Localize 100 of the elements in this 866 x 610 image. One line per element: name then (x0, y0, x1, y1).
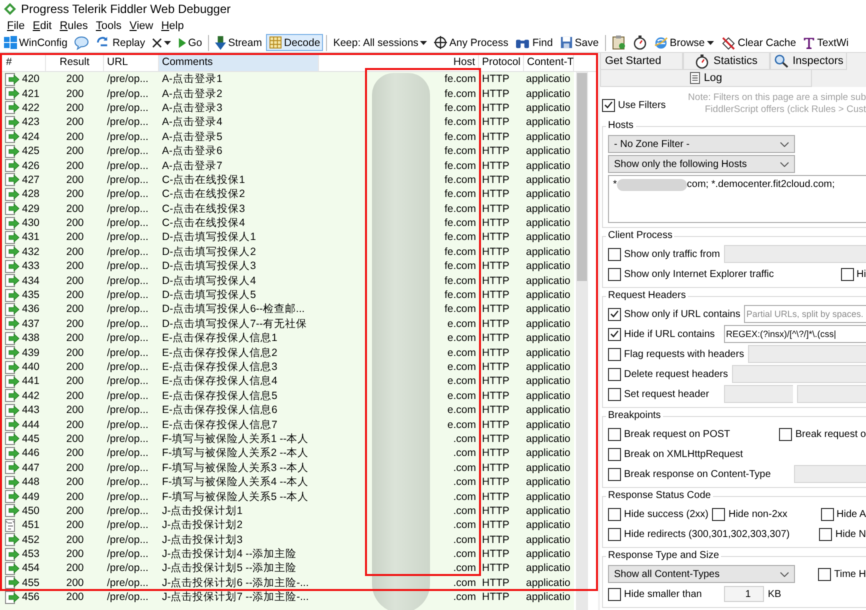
checkbox[interactable] (608, 368, 621, 380)
inspector-tab[interactable]: Statistics (683, 53, 770, 70)
checkbox[interactable] (820, 508, 834, 520)
checkbox-label[interactable]: Hide success (2xx) (624, 508, 708, 520)
checkbox[interactable] (608, 448, 621, 460)
checkbox[interactable] (608, 328, 621, 340)
toolbar-button[interactable]: Keep: All sessions (330, 34, 430, 51)
protocol-cell-text: HTTP (481, 534, 510, 546)
input-field[interactable]: REGEX:(?insx)/[^\?/]*\.(css| (724, 325, 866, 343)
checkbox-label[interactable]: Hide non-2xx (728, 508, 788, 520)
column-header[interactable]: # (3, 53, 46, 71)
inspector-tab[interactable]: Get Started (600, 53, 683, 70)
checkbox[interactable] (779, 428, 792, 440)
scrollbar-thumb[interactable] (577, 73, 587, 281)
checkbox[interactable] (712, 508, 726, 520)
number-spinner[interactable]: 1 (724, 586, 764, 602)
checkbox-label[interactable]: Show only traffic from (624, 248, 720, 260)
checkbox[interactable] (608, 468, 621, 480)
response-arrow-icon (5, 590, 20, 604)
checkbox[interactable] (608, 428, 621, 440)
host-cell-text: e.com (446, 361, 477, 373)
menu-item[interactable]: View (126, 20, 158, 32)
checkbox-label[interactable]: Hide smaller than (624, 588, 702, 600)
protocol-cell-text: HTTP (481, 102, 510, 114)
protocol-cell-text: HTTP (481, 404, 510, 416)
dropdown[interactable]: Show all Content-Types (608, 565, 795, 583)
session-number: 446 (22, 447, 40, 460)
checkbox-label[interactable]: Hide A (836, 508, 866, 520)
blur-patch (616, 179, 687, 191)
checkbox-label[interactable]: Break request on POST (624, 428, 730, 440)
menu-item[interactable]: Edit (28, 20, 56, 32)
checkbox-label[interactable]: Hide redirects (300,301,302,303,307) (624, 528, 790, 540)
toolbar-button[interactable]: Browse (650, 34, 717, 51)
checkbox[interactable] (608, 588, 621, 600)
host-cell-text: e.com (446, 375, 477, 388)
checkbox-label[interactable]: Hide if URL contains (624, 328, 715, 340)
checkbox[interactable] (608, 308, 621, 320)
toolbar-button[interactable]: Replay (93, 34, 148, 51)
checkbox-label[interactable]: Time H (834, 568, 866, 580)
response-arrow-icon (5, 374, 20, 388)
checkbox[interactable] (608, 388, 621, 400)
checkbox[interactable] (608, 528, 621, 540)
menu-item[interactable]: Help (157, 20, 188, 32)
checkbox-label[interactable]: Use Filters (618, 100, 666, 110)
comment-cell-text: E-点击保存投保人信息7 (161, 418, 278, 431)
url-cell-text: /pre/op... (106, 116, 150, 128)
checkbox-label[interactable]: Hide N (835, 528, 866, 540)
checkbox-label[interactable]: Break request o (795, 428, 866, 440)
column-header[interactable]: Content-T (524, 53, 574, 71)
dropdown[interactable]: Show only the following Hosts (608, 155, 795, 173)
checkbox-label[interactable]: Break on XMLHttpRequest (624, 448, 743, 460)
checkbox[interactable] (818, 568, 832, 580)
checkbox-label[interactable]: Show only if URL contains (624, 308, 740, 320)
checkbox[interactable] (602, 98, 615, 112)
checkbox[interactable] (819, 528, 832, 540)
hosts-text-area[interactable]: * com; *.democenter.fit2cloud.com; (608, 175, 866, 223)
column-header[interactable]: Host (319, 53, 479, 71)
column-header[interactable]: Protocol (479, 53, 524, 71)
checkbox-label[interactable]: Show only Internet Explorer traffic (624, 268, 774, 280)
toolbar-button[interactable]: WinConfig (1, 34, 70, 51)
result-cell-text: 200 (65, 404, 85, 416)
checkbox[interactable] (840, 268, 854, 280)
inspector-tab[interactable]: Log (600, 70, 812, 87)
menu-item[interactable]: Rules (56, 20, 92, 32)
toolbar-button[interactable]: Any Process (431, 34, 512, 51)
session-number: 435 (22, 289, 40, 302)
result-cell-text: 200 (65, 490, 85, 503)
toolbar-button[interactable]: Clear Cache (718, 34, 800, 51)
host-cell-text: .com (452, 519, 477, 532)
toolbar-button[interactable]: Stream (212, 34, 265, 51)
checkbox[interactable] (608, 248, 621, 260)
toolbar-button[interactable]: Save (556, 34, 602, 51)
checkbox-label[interactable]: Flag requests with headers (624, 348, 744, 360)
menu-item[interactable]: File (3, 20, 29, 32)
toolbar-button[interactable]: TextWi (800, 34, 852, 51)
host-cell-text: e.com (446, 390, 477, 402)
session-number: 423 (22, 116, 40, 128)
menu-item[interactable]: Tools (92, 20, 126, 32)
protocol-cell-text: HTTP (481, 432, 510, 445)
comment-cell-text: J-点击投保计划6 --添加主险-... (161, 576, 310, 589)
toolbar-button[interactable]: Go (175, 34, 206, 51)
protocol-cell-text: HTTP (481, 390, 510, 402)
checkbox-label[interactable]: Set request header (624, 388, 710, 400)
checkbox-label[interactable]: Hi (856, 268, 866, 280)
toolbar-button[interactable]: Find (512, 34, 556, 51)
checkbox-label[interactable]: Break response on Content-Type (624, 468, 771, 480)
inspector-tab[interactable]: Inspectors (770, 53, 847, 70)
checkbox[interactable] (608, 508, 621, 520)
eraser-icon (720, 36, 736, 50)
protocol-cell-text: HTTP (481, 375, 510, 388)
checkbox[interactable] (608, 268, 621, 280)
response-arrow-icon (5, 476, 20, 489)
checkbox-label[interactable]: Delete request headers (624, 368, 728, 380)
toolbar-button[interactable]: Decode (266, 34, 324, 51)
dropdown[interactable]: - No Zone Filter - (608, 135, 795, 153)
checkbox[interactable] (608, 348, 621, 360)
response-arrow-icon (5, 216, 20, 230)
input-field[interactable]: Partial URLs, split by spaces. (744, 305, 866, 323)
column-header[interactable]: Result (46, 53, 104, 71)
content-type-cell-text: applicatio (525, 217, 572, 230)
